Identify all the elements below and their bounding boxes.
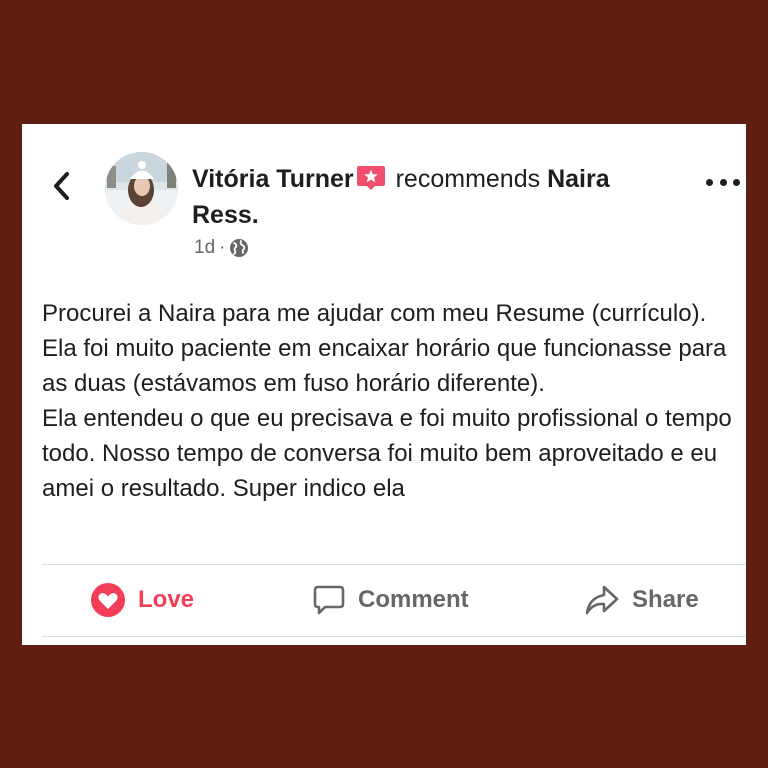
post-body: Procurei a Naira para me ajudar com meu …: [42, 300, 732, 502]
author-name[interactable]: Vitória Turner: [192, 165, 354, 193]
recommendation-badge-icon: [356, 165, 386, 191]
heart-icon: [90, 582, 126, 618]
avatar[interactable]: [105, 152, 178, 225]
divider: [42, 564, 746, 565]
dot-icon: [706, 178, 713, 186]
back-button[interactable]: [50, 168, 74, 204]
share-button[interactable]: Share: [584, 570, 699, 630]
share-arrow-icon: [584, 583, 620, 617]
comment-icon: [312, 583, 346, 617]
love-button[interactable]: Love: [90, 570, 194, 630]
love-label: Love: [138, 586, 195, 613]
more-options-button[interactable]: [706, 172, 740, 192]
comment-button[interactable]: Comment: [312, 570, 469, 630]
dot-icon: [719, 178, 727, 186]
post-header: Vitória Turner recommends Naira Ress.: [192, 161, 662, 233]
recommendation-post-card: Vitória Turner recommends Naira Ress. 1d…: [22, 124, 746, 645]
recommends-text: recommends: [395, 165, 541, 193]
chevron-left-icon: [54, 172, 69, 200]
meta-separator: ·: [219, 237, 226, 258]
profile-photo: [105, 152, 178, 225]
action-bar: Love Comment Share: [42, 570, 746, 630]
divider: [42, 636, 746, 637]
post-time[interactable]: 1d: [194, 237, 215, 259]
share-label: Share: [632, 586, 699, 613]
post-meta: 1d ·: [194, 236, 249, 260]
globe-icon[interactable]: [229, 238, 249, 258]
dot-icon: [733, 178, 740, 186]
comment-label: Comment: [358, 586, 469, 613]
